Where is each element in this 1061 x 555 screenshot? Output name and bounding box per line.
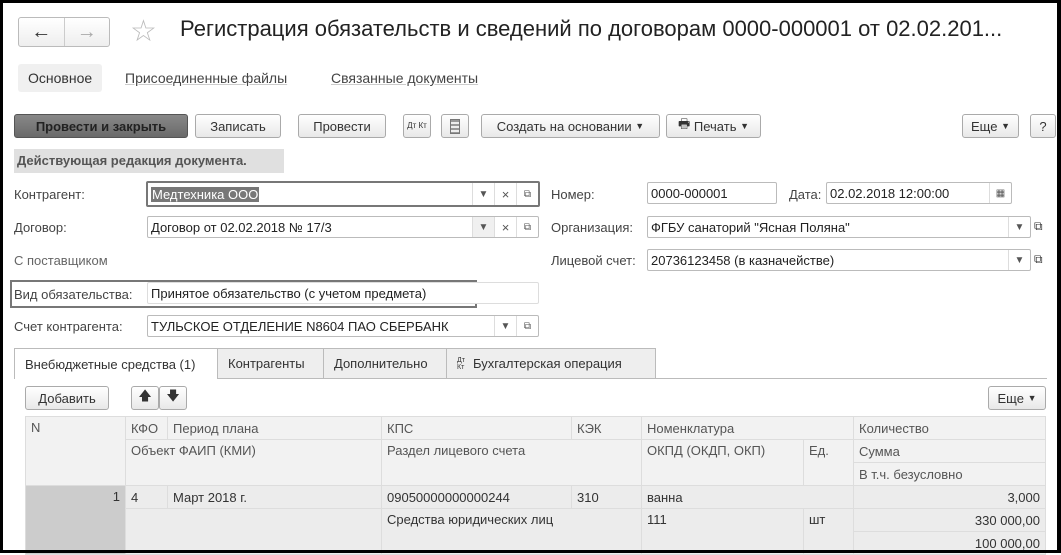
open-icon[interactable]: ⧉ [516,316,538,336]
cell-okpd[interactable]: 111 [641,508,804,555]
col-kps[interactable]: КПС [381,416,572,440]
open-icon[interactable]: ⧉ [1034,252,1043,267]
dropdown-icon: ▼ [635,121,645,131]
revision-banner: Действующая редакция документа. [14,149,284,173]
tab-offbudget-funds[interactable]: Внебюджетные средства (1) [14,348,218,379]
cell-nomenclature[interactable]: ванна [641,485,854,509]
tab-main[interactable]: Основное [18,64,103,92]
obligation-label: Вид обязательства: [14,287,133,302]
personal-account-label: Лицевой счет: [551,253,636,268]
col-n[interactable]: N [25,416,126,486]
nav-buttons: ← → [18,17,110,47]
arrow-down-icon: 🡇 [166,388,180,403]
org-field[interactable]: ФГБУ санаторий "Ясная Поляна" ▼ [647,216,1031,238]
date-field[interactable]: 02.02.2018 12:00:00 ▦ [826,182,1012,204]
tab-counterparties[interactable]: Контрагенты [217,348,324,378]
cell-kps[interactable]: 09050000000000244 [381,485,572,509]
cell-kfo[interactable]: 4 [125,485,168,509]
printer-icon: 🖶 [677,116,691,131]
cell-kek[interactable]: 310 [571,485,642,509]
number-label: Номер: [551,187,595,202]
col-faip-object[interactable]: Объект ФАИП (КМИ) [125,439,382,486]
contract-type-text: С поставщиком [14,253,108,268]
post-button[interactable]: Провести [298,114,386,138]
col-okpd[interactable]: ОКПД (ОКДП, ОКП) [641,439,804,486]
obligation-field[interactable]: Принятое обязательство (с учетом предмет… [147,282,539,304]
contract-label: Договор: [14,220,67,235]
table-more-button[interactable]: Еще ▼ [988,386,1046,410]
counterparty-label: Контрагент: [14,187,85,202]
cell-faip-object[interactable] [125,508,382,555]
col-unconditional[interactable]: В т.ч. безусловно [853,462,1046,486]
add-row-button[interactable]: Добавить [25,386,109,410]
tab-related-docs[interactable]: Связанные документы [331,70,478,86]
counterparty-field[interactable]: Медтехника ООО ▼ × ⧉ [146,181,540,207]
dropdown-icon[interactable]: ▼ [494,316,516,336]
tab-accounting-operation[interactable]: Дт Кт Бухгалтерская операция [446,348,656,378]
dropdown-icon: ▼ [1001,121,1010,131]
print-button[interactable]: 🖶 Печать ▼ [666,114,761,138]
dtkt-icon: Дт Кт [457,356,465,371]
post-and-close-button[interactable]: Провести и закрыть [14,114,188,138]
back-button[interactable]: ← [19,18,64,46]
open-icon[interactable]: ⧉ [516,217,538,237]
date-label: Дата: [789,187,822,202]
open-icon[interactable]: ⧉ [516,183,538,205]
favorite-star-icon[interactable]: ☆ [130,14,157,49]
more-button[interactable]: Еще ▼ [962,114,1019,138]
dtkt-button[interactable]: Дт Кт [403,114,431,138]
col-unit[interactable]: Ед. [803,439,854,486]
funds-table: N КФО Период плана КПС КЭК Номенклатура … [25,416,1046,555]
tab-attached-files[interactable]: Присоединенные файлы [125,70,287,86]
forward-button[interactable]: → [63,18,110,46]
dropdown-icon[interactable]: ▼ [1008,217,1030,237]
cell-unit[interactable]: шт [803,508,854,555]
counterparty-account-field[interactable]: ТУЛЬСКОЕ ОТДЕЛЕНИЕ N8604 ПАО СБЕРБАНК ▼ ⧉ [147,315,539,337]
dropdown-icon[interactable]: ▼ [1008,250,1030,270]
dropdown-icon: ▼ [740,121,750,131]
cell-sum[interactable]: 330 000,00 [853,508,1046,532]
col-account-section[interactable]: Раздел лицевого счета [381,439,642,486]
open-icon[interactable]: ⧉ [1034,219,1043,234]
col-sum[interactable]: Сумма [853,439,1046,463]
col-kek[interactable]: КЭК [571,416,642,440]
report-list-button[interactable] [441,114,469,138]
cell-unconditional[interactable]: 100 000,00 [853,531,1046,555]
cell-n[interactable]: 1 [25,485,126,555]
table-header-row: Объект ФАИП (КМИ) Раздел лицевого счета … [26,439,1046,486]
table-row[interactable]: 1 4 Март 2018 г. 09050000000000244 310 в… [25,485,1046,555]
contract-field[interactable]: Договор от 02.02.2018 № 17/3 ▼ × ⧉ [147,216,539,238]
move-up-button[interactable]: 🡅 [131,386,159,410]
org-label: Организация: [551,220,634,235]
tab-additional[interactable]: Дополнительно [323,348,447,378]
col-quantity[interactable]: Количество [853,416,1046,440]
cell-account-section[interactable]: Средства юридических лиц [381,508,642,555]
dropdown-icon[interactable]: ▼ [472,217,494,237]
table-row[interactable]: Средства юридических лиц 111 шт 330 000,… [26,508,1046,555]
move-down-button[interactable]: 🡇 [159,386,187,410]
account-label: Счет контрагента: [14,319,123,334]
calendar-icon[interactable]: ▦ [989,183,1011,203]
clear-icon[interactable]: × [494,183,516,205]
dropdown-icon: ▼ [1027,393,1037,403]
number-field[interactable]: 0000-000001 [647,182,777,204]
personal-account-field[interactable]: 20736123458 (в казначействе) ▼ [647,249,1031,271]
help-button[interactable]: ? [1030,114,1056,138]
cell-quantity[interactable]: 3,000 [853,485,1046,509]
col-nomenclature[interactable]: Номенклатура [641,416,854,440]
save-button[interactable]: Записать [195,114,281,138]
table-header-row: N КФО Период плана КПС КЭК Номенклатура … [25,416,1046,486]
col-kfo[interactable]: КФО [125,416,168,440]
cell-period[interactable]: Март 2018 г. [167,485,382,509]
create-based-on-button[interactable]: Создать на основании ▼ [481,114,660,138]
clear-icon[interactable]: × [494,217,516,237]
col-period[interactable]: Период плана [167,416,382,440]
arrow-up-icon: 🡅 [138,388,152,403]
list-icon [450,118,460,134]
dropdown-icon[interactable]: ▼ [472,183,494,205]
window-title: Регистрация обязательств и сведений по д… [180,16,1003,41]
